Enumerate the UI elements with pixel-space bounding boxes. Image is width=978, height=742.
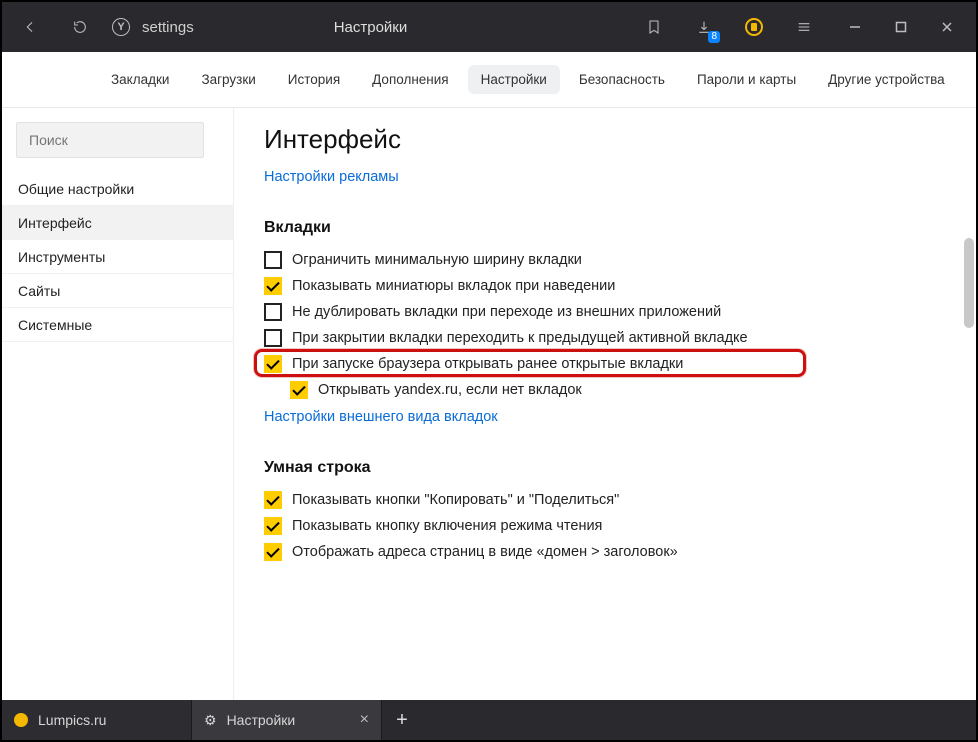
favicon-icon — [14, 713, 28, 727]
settings-tab-2[interactable]: История — [275, 65, 353, 94]
settings-tab-3[interactable]: Дополнения — [359, 65, 461, 94]
heading-interface: Интерфейс — [264, 124, 946, 155]
tabs-checkbox-4[interactable] — [264, 355, 282, 373]
smartline-option-1: Показывать кнопку включения режима чтени… — [264, 517, 946, 535]
section-smartline-title: Умная строка — [264, 459, 946, 477]
smartline-option-2: Отображать адреса страниц в виде «домен … — [264, 543, 946, 561]
settings-tab-6[interactable]: Пароли и карты — [684, 65, 809, 94]
smartline-label-2: Отображать адреса страниц в виде «домен … — [292, 544, 678, 560]
tabs-checkbox-0[interactable] — [264, 251, 282, 269]
tabs-checkbox-3[interactable] — [264, 329, 282, 347]
tabs-appearance-link[interactable]: Настройки внешнего вида вкладок — [264, 409, 946, 425]
search-input[interactable] — [16, 122, 204, 158]
main-panel: Интерфейс Настройки рекламы Вкладки Огра… — [234, 108, 976, 700]
settings-tab-1[interactable]: Загрузки — [188, 65, 268, 94]
section-tabs-title: Вкладки — [264, 219, 946, 237]
maximize-button[interactable] — [878, 5, 924, 49]
smartline-option-0: Показывать кнопки "Копировать" и "Подели… — [264, 491, 946, 509]
sidebar-item-2[interactable]: Инструменты — [2, 240, 233, 274]
settings-tab-7[interactable]: Другие устройства — [815, 65, 958, 94]
sidebar: Общие настройкиИнтерфейсИнструментыСайты… — [2, 108, 234, 700]
bookmark-icon[interactable] — [632, 5, 676, 49]
page-title: Настройки — [334, 19, 408, 36]
sidebar-item-0[interactable]: Общие настройки — [2, 172, 233, 206]
tabs-label-1: Показывать миниатюры вкладок при наведен… — [292, 278, 615, 294]
window-controls — [832, 5, 970, 49]
sidebar-item-1[interactable]: Интерфейс — [2, 206, 233, 240]
tabs-option-4: При запуске браузера открывать ранее отк… — [264, 355, 946, 373]
minimize-button[interactable] — [832, 5, 878, 49]
ads-settings-link[interactable]: Настройки рекламы — [264, 169, 946, 185]
browser-tab-0[interactable]: Lumpics.ru — [2, 700, 192, 740]
settings-tab-4[interactable]: Настройки — [468, 65, 560, 94]
new-tab-button[interactable]: + — [382, 700, 422, 740]
address-bar[interactable]: Y settings — [108, 5, 198, 49]
gear-icon: ⚙ — [204, 712, 217, 729]
smartline-label-1: Показывать кнопку включения режима чтени… — [292, 518, 602, 534]
tabs-checkbox-5[interactable] — [290, 381, 308, 399]
tabs-label-5: Открывать yandex.ru, если нет вкладок — [318, 382, 582, 398]
downloads-badge: 8 — [708, 31, 720, 43]
browser-tab-label: Настройки — [227, 712, 296, 728]
smartline-label-0: Показывать кнопки "Копировать" и "Подели… — [292, 492, 619, 508]
back-button[interactable] — [8, 5, 52, 49]
smartline-checkbox-1[interactable] — [264, 517, 282, 535]
yandex-icon: Y — [112, 18, 130, 36]
browser-window: Y settings Настройки 8 ЗакладкиЗагрузкиИ… — [0, 0, 978, 742]
address-text: settings — [142, 19, 194, 36]
settings-tabs: ЗакладкиЗагрузкиИсторияДополненияНастрой… — [2, 52, 976, 108]
tabs-checkbox-1[interactable] — [264, 277, 282, 295]
settings-tab-0[interactable]: Закладки — [98, 65, 182, 94]
tab-strip: Lumpics.ru ⚙ Настройки × + — [2, 700, 976, 740]
settings-tab-5[interactable]: Безопасность — [566, 65, 678, 94]
close-button[interactable] — [924, 5, 970, 49]
downloads-button[interactable]: 8 — [682, 5, 726, 49]
tabs-label-3: При закрытии вкладки переходить к предыд… — [292, 330, 748, 346]
sidebar-item-4[interactable]: Системные — [2, 308, 233, 342]
tabs-option-0: Ограничить минимальную ширину вкладки — [264, 251, 946, 269]
titlebar: Y settings Настройки 8 — [2, 2, 976, 52]
tabs-label-2: Не дублировать вкладки при переходе из в… — [292, 304, 721, 320]
smartline-checkbox-2[interactable] — [264, 543, 282, 561]
sidebar-item-3[interactable]: Сайты — [2, 274, 233, 308]
vpn-icon[interactable] — [732, 5, 776, 49]
tabs-checkbox-2[interactable] — [264, 303, 282, 321]
browser-tab-label: Lumpics.ru — [38, 712, 106, 728]
tabs-label-0: Ограничить минимальную ширину вкладки — [292, 252, 582, 268]
tabs-label-4: При запуске браузера открывать ранее отк… — [292, 356, 683, 372]
tabs-option-2: Не дублировать вкладки при переходе из в… — [264, 303, 946, 321]
tabs-option-3: При закрытии вкладки переходить к предыд… — [264, 329, 946, 347]
tabs-option-1: Показывать миниатюры вкладок при наведен… — [264, 277, 946, 295]
scrollbar-thumb[interactable] — [964, 238, 974, 328]
menu-button[interactable] — [782, 5, 826, 49]
tabs-option-5: Открывать yandex.ru, если нет вкладок — [290, 381, 946, 399]
content-area: Общие настройкиИнтерфейсИнструментыСайты… — [2, 108, 976, 700]
smartline-checkbox-0[interactable] — [264, 491, 282, 509]
reload-button[interactable] — [58, 5, 102, 49]
tab-close-icon[interactable]: × — [360, 711, 369, 729]
browser-tab-1[interactable]: ⚙ Настройки × — [192, 700, 382, 740]
